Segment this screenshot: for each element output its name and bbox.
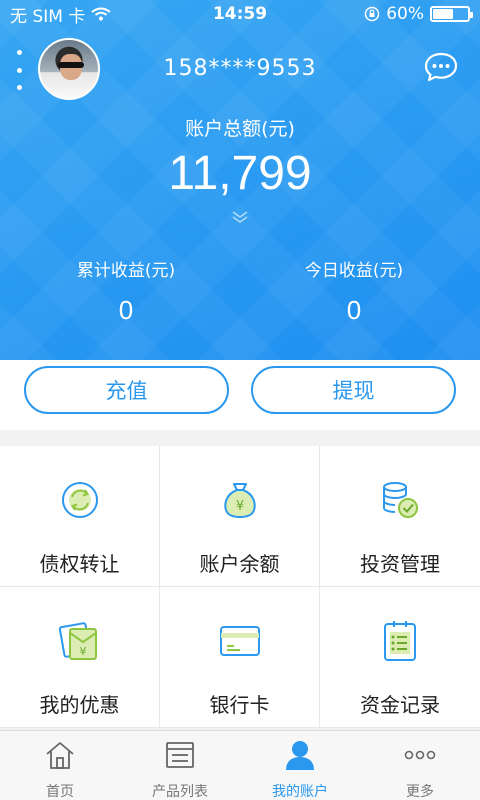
product-list-icon xyxy=(166,742,194,768)
total-balance-label: 账户总额(元) xyxy=(185,118,295,140)
recharge-button[interactable]: 充值 xyxy=(24,366,229,414)
battery-percent: 60% xyxy=(386,4,424,24)
chevron-down-icon[interactable] xyxy=(231,210,249,224)
carrier-text: 无 SIM 卡 xyxy=(10,6,86,27)
grid-item-account-balance[interactable]: ¥ 账户余额 xyxy=(160,446,320,587)
chat-icon[interactable] xyxy=(424,52,458,82)
tab-more[interactable]: 更多 xyxy=(360,731,480,800)
coins-check-icon xyxy=(383,482,418,518)
grid-item-label: 账户余额 xyxy=(199,552,280,576)
action-bar: 充值 提现 xyxy=(0,360,480,430)
tab-my-account[interactable]: 我的账户 xyxy=(240,731,360,800)
status-right: 60% xyxy=(364,4,473,24)
svg-text:¥: ¥ xyxy=(80,645,87,658)
bank-card-icon xyxy=(220,626,260,656)
today-earnings: 今日收益(元) 0 xyxy=(234,256,474,326)
grid-item-bank-card[interactable]: 银行卡 xyxy=(160,587,320,728)
transfer-icon xyxy=(62,482,98,518)
grid-item-my-offers[interactable]: ¥ 我的优惠 xyxy=(0,587,160,728)
wifi-icon xyxy=(91,7,111,21)
tab-label: 我的账户 xyxy=(272,784,328,800)
today-earnings-value: 0 xyxy=(346,295,362,325)
grid-item-debt-transfer[interactable]: 债权转让 xyxy=(0,446,160,587)
battery-icon xyxy=(430,6,473,22)
grid-item-fund-records[interactable]: 资金记录 xyxy=(320,587,480,728)
home-icon xyxy=(46,742,74,769)
status-left: 无 SIM 卡 xyxy=(10,2,111,27)
tab-product-list[interactable]: 产品列表 xyxy=(120,731,240,800)
grid-item-label: 投资管理 xyxy=(360,552,440,576)
today-earnings-label: 今日收益(元) xyxy=(304,261,404,281)
feature-grid: 债权转让 ¥ 账户余额 投资管理 ¥ 我的优惠 银行卡 资金记录 xyxy=(0,446,480,728)
coupon-icon: ¥ xyxy=(58,622,97,660)
cumulative-earnings-value: 0 xyxy=(118,295,134,325)
svg-text:¥: ¥ xyxy=(236,499,244,514)
tab-home[interactable]: 首页 xyxy=(0,731,120,800)
tab-bar: 首页 产品列表 我的账户 更多 xyxy=(0,730,480,800)
grid-item-investment-management[interactable]: 投资管理 xyxy=(320,446,480,587)
battery-level xyxy=(433,9,453,19)
phone-number: 158****9553 xyxy=(163,56,317,81)
more-icon xyxy=(404,750,436,760)
account-header: 158****9553 账户总额(元) 11,799 累计收益(元) 0 今日收… xyxy=(0,0,480,360)
status-bar: 无 SIM 卡 14:59 60% xyxy=(0,0,480,28)
withdraw-button[interactable]: 提现 xyxy=(251,366,456,414)
total-balance-value: 11,799 xyxy=(168,147,312,200)
grid-item-label: 资金记录 xyxy=(360,693,440,717)
grid-item-label: 债权转让 xyxy=(39,552,120,576)
cumulative-earnings-label: 累计收益(元) xyxy=(76,261,176,281)
grid-item-label: 我的优惠 xyxy=(39,693,120,717)
tab-label: 首页 xyxy=(46,784,74,800)
grid-item-label: 银行卡 xyxy=(209,693,270,717)
rotation-lock-icon xyxy=(364,6,380,22)
cumulative-earnings: 累计收益(元) 0 xyxy=(6,256,246,326)
clipboard-list-icon xyxy=(384,621,416,661)
tab-label: 更多 xyxy=(406,784,434,800)
tab-label: 产品列表 xyxy=(152,784,208,800)
user-icon xyxy=(286,741,314,770)
money-bag-icon: ¥ xyxy=(224,483,256,519)
